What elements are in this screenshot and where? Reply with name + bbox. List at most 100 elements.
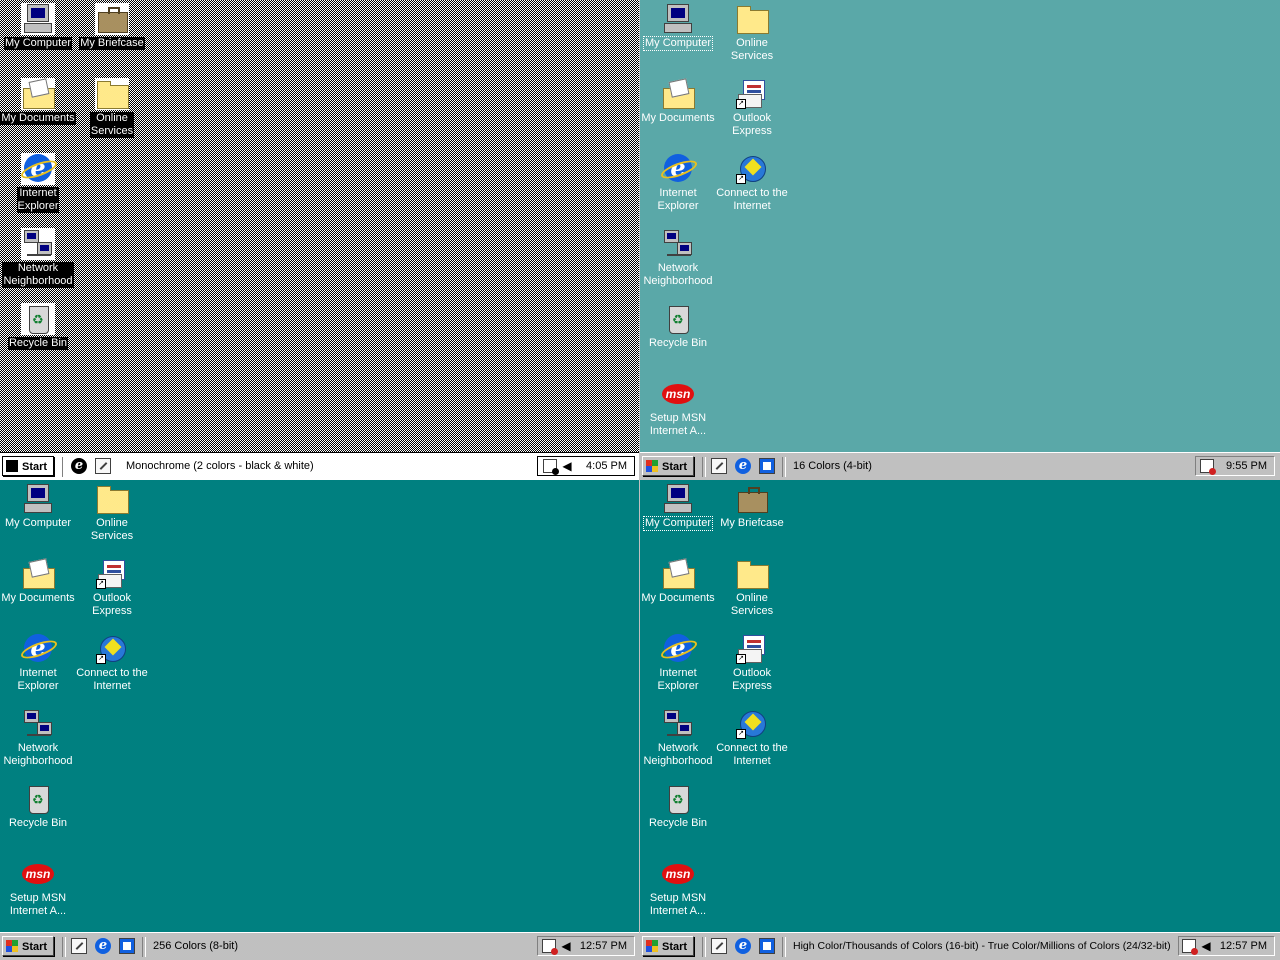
desktop-icon-my-briefcase[interactable]: My Briefcase (714, 483, 790, 530)
taskbar-window-title[interactable]: Monochrome (2 colors - black & white) (126, 460, 314, 472)
icon-label: Network Neighborhood (2, 262, 74, 288)
desktop-icon-network-neighborhood[interactable]: Network Neighborhood (0, 708, 76, 768)
quick-launch-show-desktop-icon[interactable] (711, 458, 727, 474)
desktop-icon-outlook-express[interactable]: ↗ Outlook Express (74, 558, 150, 618)
desktop-icon-my-computer[interactable]: My Computer (0, 3, 76, 50)
taskbar-window-title[interactable]: 16 Colors (4-bit) (793, 460, 872, 472)
recycle-bin-icon (661, 783, 695, 815)
clock[interactable]: 4:05 PM (586, 460, 627, 472)
desktop-icon-setup-msn[interactable]: msn Setup MSN Internet A... (640, 858, 716, 918)
computer-icon (21, 483, 55, 515)
desktop-icon-recycle-bin[interactable]: Recycle Bin (640, 303, 716, 350)
desktop-icon-my-documents[interactable]: My Documents (640, 78, 716, 125)
documents-folder-icon (661, 558, 695, 590)
desktop-icon-recycle-bin[interactable]: Recycle Bin (0, 783, 76, 830)
quick-launch-show-desktop-icon[interactable] (71, 938, 87, 954)
start-button[interactable]: Start (2, 456, 54, 476)
desktop-icon-outlook-express[interactable]: ↗ Outlook Express (714, 78, 790, 138)
folder-icon (735, 558, 769, 590)
icon-label: Setup MSN Internet A... (649, 412, 707, 437)
quick-launch-show-desktop-icon[interactable] (711, 938, 727, 954)
quick-launch-channels-icon[interactable] (759, 938, 775, 954)
clock[interactable]: 12:57 PM (1220, 940, 1267, 952)
icon-label: Online Services (89, 112, 135, 138)
taskbar: Start e Monochrome (2 colors - black & w… (0, 452, 639, 480)
icon-label: Network Neighborhood (3, 742, 73, 767)
volume-icon[interactable]: ◀ (1199, 939, 1213, 953)
task-scheduler-icon[interactable] (542, 939, 558, 955)
briefcase-icon (735, 483, 769, 515)
desktop-icon-internet-explorer[interactable]: e Internet Explorer (640, 633, 716, 693)
desktop: My Computer My Briefcase My Documents On… (0, 0, 639, 452)
internet-explorer-icon: e (21, 633, 55, 665)
icon-label: My Documents (1, 592, 75, 604)
documents-folder-icon (661, 78, 695, 110)
desktop-icon-my-computer[interactable]: My Computer (0, 483, 76, 530)
icon-label: Recycle Bin (648, 817, 708, 829)
clock[interactable]: 12:57 PM (580, 940, 627, 952)
network-icon (661, 708, 695, 740)
quick-launch-show-desktop-icon[interactable] (95, 458, 111, 474)
desktop-icon-network-neighborhood[interactable]: Network Neighborhood (0, 228, 76, 288)
desktop-icon-outlook-express[interactable]: ↗ Outlook Express (714, 633, 790, 693)
start-button[interactable]: Start (642, 936, 694, 956)
desktop-icon-my-briefcase[interactable]: My Briefcase (74, 3, 150, 50)
recycle-bin-icon (21, 303, 55, 335)
start-button[interactable]: Start (642, 456, 694, 476)
desktop-icon-connect-to-internet[interactable]: ↗ Connect to the Internet (714, 708, 790, 768)
task-scheduler-icon[interactable] (543, 459, 559, 475)
desktop-icon-online-services[interactable]: Online Services (74, 78, 150, 138)
icon-label: Connect to the Internet (76, 667, 148, 692)
quick-launch-channels-icon[interactable] (119, 938, 135, 954)
windows-logo-icon (6, 940, 18, 952)
desktop-icon-recycle-bin[interactable]: Recycle Bin (0, 303, 76, 350)
desktop-icon-network-neighborhood[interactable]: Network Neighborhood (640, 708, 716, 768)
desktop-icon-connect-to-internet[interactable]: ↗ Connect to the Internet (714, 153, 790, 213)
desktop-icon-recycle-bin[interactable]: Recycle Bin (640, 783, 716, 830)
connect-wizard-icon: ↗ (735, 708, 769, 740)
desktop-icon-internet-explorer[interactable]: e Internet Explorer (0, 153, 76, 213)
recycle-bin-icon (21, 783, 55, 815)
icon-label: My Documents (641, 592, 715, 604)
desktop-icon-network-neighborhood[interactable]: Network Neighborhood (640, 228, 716, 288)
volume-icon[interactable]: ◀ (559, 939, 573, 953)
desktop-icon-internet-explorer[interactable]: e Internet Explorer (640, 153, 716, 213)
outlook-express-icon: ↗ (735, 633, 769, 665)
quick-launch-ie-icon[interactable]: e (735, 938, 751, 954)
desktop-icon-online-services[interactable]: Online Services (714, 3, 790, 63)
desktop-icon-online-services[interactable]: Online Services (74, 483, 150, 543)
desktop-icon-my-documents[interactable]: My Documents (0, 558, 76, 605)
desktop-icon-my-computer[interactable]: My Computer (640, 3, 716, 51)
msn-icon: msn (661, 378, 695, 410)
network-icon (21, 228, 55, 260)
task-scheduler-icon[interactable] (1200, 459, 1216, 475)
volume-icon[interactable]: ◀ (560, 459, 574, 473)
taskbar-window-title[interactable]: 256 Colors (8-bit) (153, 940, 238, 952)
desktop-icon-setup-msn[interactable]: msn Setup MSN Internet A... (0, 858, 76, 918)
taskbar-window-title[interactable]: High Color/Thousands of Colors (16-bit) … (793, 940, 1171, 952)
quick-launch-ie-icon[interactable]: e (735, 458, 751, 474)
desktop-icon-connect-to-internet[interactable]: ↗ Connect to the Internet (74, 633, 150, 693)
desktop-icon-setup-msn[interactable]: msn Setup MSN Internet A... (640, 378, 716, 438)
quick-launch-channels-icon[interactable] (759, 458, 775, 474)
quick-launch-ie-icon[interactable]: e (71, 458, 87, 474)
msn-icon: msn (661, 858, 695, 890)
desktop-icon-my-computer[interactable]: My Computer (640, 483, 716, 531)
clock[interactable]: 9:55 PM (1226, 460, 1267, 472)
desktop-icon-my-documents[interactable]: My Documents (0, 78, 76, 125)
start-button[interactable]: Start (2, 936, 54, 956)
icon-label: Internet Explorer (657, 187, 699, 212)
desktop-icon-my-documents[interactable]: My Documents (640, 558, 716, 605)
icon-label: Internet Explorer (17, 667, 59, 692)
icon-label: My Computer (3, 37, 73, 50)
msn-icon: msn (21, 858, 55, 890)
quick-launch-ie-icon[interactable]: e (95, 938, 111, 954)
icon-label: My Computer (642, 516, 714, 531)
desktop-icon-internet-explorer[interactable]: e Internet Explorer (0, 633, 76, 693)
desktop-icon-online-services[interactable]: Online Services (714, 558, 790, 618)
task-scheduler-icon[interactable] (1182, 939, 1198, 955)
separator (782, 937, 786, 957)
icon-label: My Documents (641, 112, 715, 124)
taskbar: Start e 256 Colors (8-bit) ◀ 12:57 PM (0, 932, 639, 960)
taskbar: Start e 16 Colors (4-bit) 9:55 PM (640, 452, 1280, 480)
